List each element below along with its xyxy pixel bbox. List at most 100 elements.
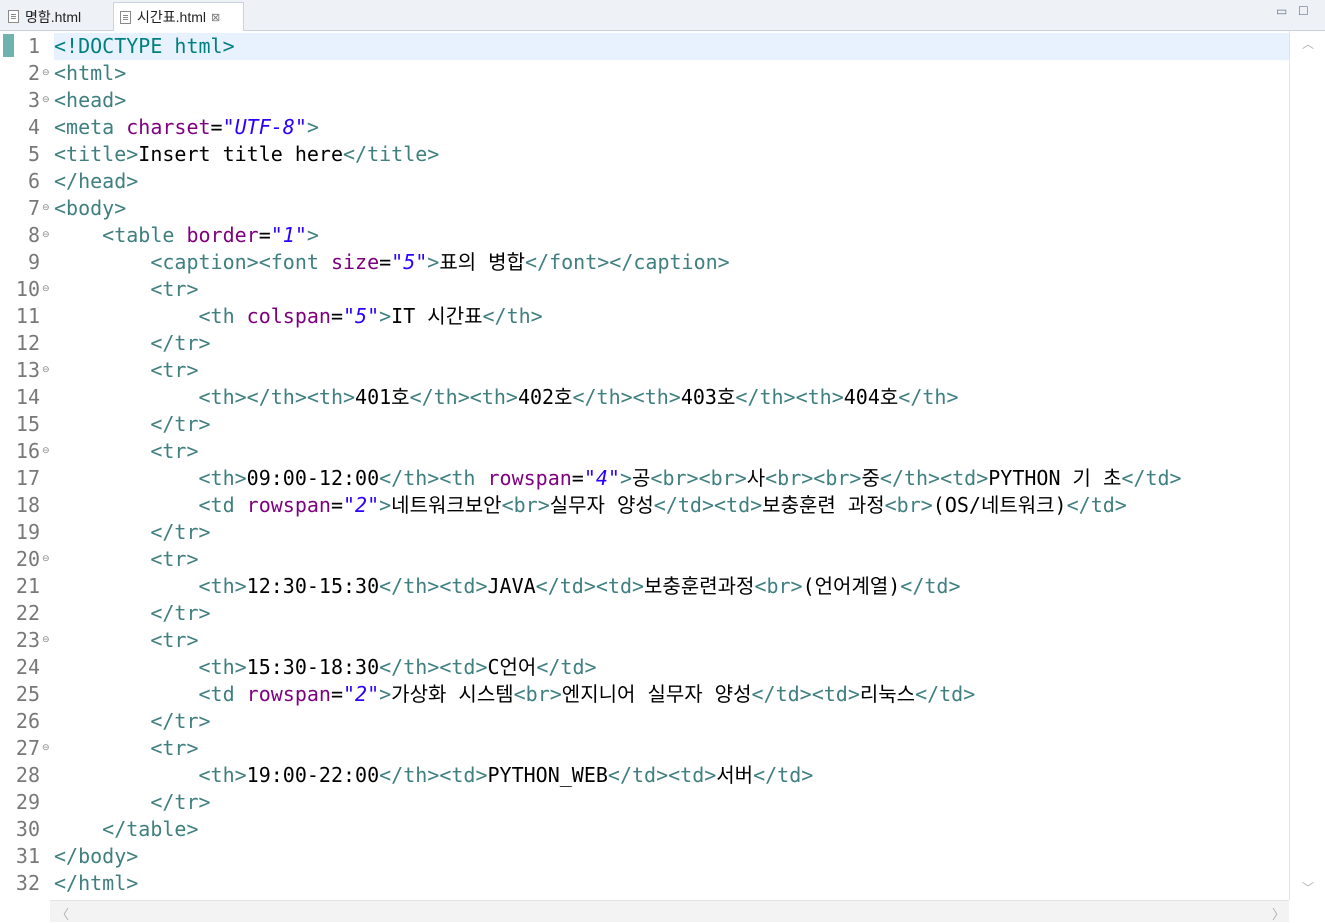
code-token: =: [571, 466, 584, 490]
code-token: 보충훈련 과정: [762, 493, 885, 517]
code-line[interactable]: <body>: [54, 195, 126, 222]
code-line[interactable]: </body>: [54, 843, 138, 870]
code-line[interactable]: </tr>: [54, 789, 210, 816]
code-token: <tr>: [54, 736, 199, 760]
line-number: 27: [15, 736, 40, 760]
code-line[interactable]: </tr>: [54, 411, 210, 438]
code-line[interactable]: <td rowspan="2">네트워크보안<br>실무자 양성</td><td…: [54, 492, 1126, 519]
fold-toggle-icon[interactable]: ⊖: [42, 222, 50, 249]
code-editor[interactable]: 1 2 ⊖ 3 ⊖ 4 5 6 7 ⊖ 8 ⊖ 9 10 ⊖ 11 12 13 ⊖ 14 15 16 ⊖ 17 18 19 20 ⊖ 2…: [0, 31, 1325, 923]
code-token: <br>: [754, 574, 803, 598]
code-line[interactable]: </head>: [54, 168, 138, 195]
code-line[interactable]: <tr>: [54, 735, 199, 762]
line-number: 9: [27, 250, 40, 274]
line-number: 16: [15, 439, 40, 463]
maximize-icon[interactable]: ☐: [1298, 4, 1309, 18]
code-token: 공: [632, 466, 651, 490]
code-token: rowspan: [246, 493, 331, 517]
horizontal-scrollbar[interactable]: 〈 〉: [50, 900, 1289, 923]
code-line[interactable]: <title>Insert title here</title>: [54, 141, 439, 168]
fold-toggle-icon[interactable]: ⊖: [42, 60, 50, 87]
code-line[interactable]: <th>15:30-18:30</th><td>C언어</td>: [54, 654, 596, 681]
code-line[interactable]: <th></th><th>401호</th><th>402호</th><th>4…: [54, 384, 958, 411]
minimize-icon[interactable]: ▭: [1276, 4, 1287, 18]
code-token: </html>: [54, 871, 139, 895]
code-line[interactable]: <caption><font size="5">표의 병합</font></ca…: [54, 249, 730, 276]
code-token: </th><th: [379, 466, 488, 490]
code-line[interactable]: </tr>: [54, 600, 210, 627]
code-line[interactable]: <tr>: [54, 357, 198, 384]
code-area[interactable]: <!DOCTYPE html> <html> <head> <meta charset…: [54, 31, 1289, 900]
line-number: 25: [15, 682, 40, 706]
code-token: </td><td>: [535, 574, 645, 598]
code-line[interactable]: <th>09:00-12:00</th><th rowspan="4">공<br…: [54, 465, 1181, 492]
line-number: 7: [27, 196, 40, 220]
scroll-down-icon[interactable]: ﹀: [1302, 879, 1314, 896]
scroll-up-icon[interactable]: ︿: [1302, 35, 1314, 52]
code-token: <br>: [513, 682, 562, 706]
fold-toggle-icon[interactable]: ⊖: [42, 276, 50, 303]
code-token: 가상화 시스템: [391, 682, 514, 706]
code-token: "4": [583, 466, 620, 490]
current-line-marker: [3, 34, 14, 57]
line-number: 13: [15, 358, 40, 382]
tab-sigan-html[interactable]: 시간표.html ⊠: [113, 2, 244, 31]
code-line[interactable]: </tr>: [54, 708, 211, 735]
code-token: rowspan: [246, 682, 331, 706]
code-token: IT 시간표: [391, 304, 483, 328]
fold-toggle-icon[interactable]: ⊖: [42, 735, 50, 762]
code-line[interactable]: </table>: [54, 816, 199, 843]
fold-toggle-icon[interactable]: ⊖: [42, 438, 50, 465]
code-token: <html>: [54, 61, 127, 85]
code-token: <tr>: [54, 439, 199, 463]
code-line[interactable]: </html>: [54, 870, 138, 897]
code-token: <br><br>: [765, 466, 862, 490]
code-token: </th><th>: [572, 385, 681, 409]
html-file-icon: [120, 10, 131, 24]
code-token: <table: [54, 223, 187, 247]
code-token: </font></caption>: [525, 250, 730, 274]
code-line[interactable]: </tr>: [54, 519, 210, 546]
code-token: 09:00-12:00: [246, 466, 380, 490]
code-line[interactable]: <th>19:00-22:00</th><td>PYTHON_WEB</td><…: [54, 762, 813, 789]
code-line[interactable]: <tr>: [54, 627, 198, 654]
code-line[interactable]: <tr>: [54, 276, 198, 303]
code-line[interactable]: <th>12:30-15:30</th><td>JAVA</td><td>보충훈…: [54, 573, 961, 600]
code-token: 402호: [517, 385, 573, 409]
code-token: <td: [54, 682, 247, 706]
code-token: 서버: [716, 763, 754, 787]
code-token: 12:30-15:30: [246, 574, 380, 598]
fold-toggle-icon[interactable]: ⊖: [42, 195, 50, 222]
code-token: 엔지니어 실무자 양성: [561, 682, 752, 706]
code-line[interactable]: <head>: [54, 87, 126, 114]
code-line[interactable]: <th colspan="5">IT 시간표</th>: [54, 303, 542, 330]
code-line[interactable]: <!DOCTYPE html>: [54, 33, 235, 60]
line-number: 5: [27, 142, 40, 166]
code-token: </td>: [900, 574, 961, 598]
fold-toggle-icon[interactable]: ⊖: [42, 546, 50, 573]
scroll-left-icon[interactable]: 〈: [56, 904, 69, 923]
code-token: <!DOCTYPE html>: [54, 34, 235, 58]
code-token: border: [186, 223, 259, 247]
fold-toggle-icon[interactable]: ⊖: [42, 87, 50, 114]
line-number: 10: [15, 277, 40, 301]
code-line[interactable]: <td rowspan="2">가상화 시스템<br>엔지니어 실무자 양성</…: [54, 681, 975, 708]
vertical-scrollbar[interactable]: ︿ ﹀: [1289, 31, 1325, 900]
code-token: </tr>: [54, 709, 211, 733]
fold-toggle-icon[interactable]: ⊖: [42, 357, 50, 384]
line-number: 24: [15, 655, 40, 679]
scroll-right-icon[interactable]: 〉: [1272, 904, 1285, 923]
tab-myeongham-html[interactable]: 명함.html: [2, 2, 110, 31]
code-line[interactable]: <meta charset="UTF-8">: [54, 114, 319, 141]
code-line[interactable]: <html>: [54, 60, 126, 87]
code-token: </table>: [54, 817, 199, 841]
line-number: 22: [15, 601, 40, 625]
code-token: 리눅스: [859, 682, 916, 706]
close-icon[interactable]: ⊠: [211, 11, 220, 24]
code-line[interactable]: <tr>: [54, 546, 198, 573]
code-token: PYTHON 기 초: [988, 466, 1122, 490]
code-line[interactable]: <tr>: [54, 438, 199, 465]
fold-toggle-icon[interactable]: ⊖: [42, 627, 50, 654]
code-line[interactable]: </tr>: [54, 330, 210, 357]
code-line[interactable]: <table border="1">: [54, 222, 319, 249]
